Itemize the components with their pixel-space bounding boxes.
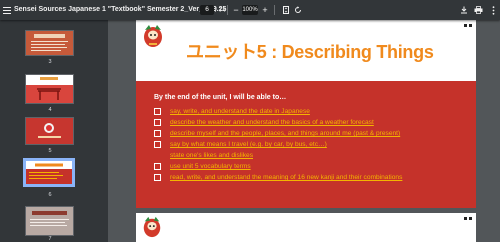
corner-marker — [469, 24, 472, 27]
zoom-input[interactable]: 100% — [242, 5, 258, 15]
more-vert-icon — [492, 5, 494, 15]
goal-text[interactable]: state one's likes and dislikes — [170, 152, 253, 159]
goal-item: use unit 5 vocabulary terms — [154, 161, 474, 172]
page-total: / 74 — [215, 6, 226, 14]
checkbox-icon — [154, 174, 161, 181]
thumbnail-page-7[interactable] — [25, 206, 74, 236]
download-button[interactable] — [459, 0, 469, 20]
checkbox-icon — [154, 141, 161, 148]
corner-marker — [464, 217, 467, 220]
rotate-icon — [295, 6, 301, 13]
fit-page-icon — [283, 6, 289, 14]
slide-intro: By the end of the unit, I will be able t… — [154, 94, 287, 101]
thumbnail-preview — [26, 118, 73, 144]
goal-item: state one's likes and dislikes — [154, 150, 474, 161]
pdf-viewer: Sensei Sources Japanese 1 "Textbook" Sem… — [0, 0, 500, 242]
print-button[interactable] — [473, 0, 483, 20]
slide-page-7-partial — [136, 213, 476, 242]
print-icon — [474, 6, 482, 14]
thumbnail-label: 7 — [48, 236, 52, 242]
goal-text[interactable]: say by what means I travel (e.g. by car,… — [170, 141, 327, 148]
thumbnail-preview — [26, 75, 73, 103]
checkbox-spacer — [154, 152, 161, 159]
rotate-button[interactable] — [293, 0, 303, 20]
thumbnail-preview — [26, 207, 73, 235]
goal-text[interactable]: describe myself and the people, places, … — [170, 130, 400, 137]
fit-page-button[interactable] — [281, 0, 291, 20]
toolbar: Sensei Sources Japanese 1 "Textbook" Sem… — [0, 0, 500, 20]
thumbnail-sidebar[interactable]: 3 4 5 6 7 — [0, 20, 108, 242]
slide-title: ユニット5 : Describing Things — [186, 42, 434, 62]
hamburger-icon — [3, 6, 11, 14]
more-actions-button[interactable] — [488, 0, 498, 20]
thumbnail-label: 4 — [48, 107, 52, 113]
document-title: Sensei Sources Japanese 1 "Textbook" Sem… — [14, 6, 227, 13]
zoom-in-button[interactable]: + — [261, 0, 269, 20]
toolbar-divider — [227, 5, 228, 15]
page-number-input[interactable]: 6 — [200, 5, 214, 15]
thumbnail-page-6-selected[interactable] — [23, 158, 75, 187]
download-icon — [461, 6, 467, 14]
goal-text[interactable]: use unit 5 vocabulary terms — [170, 163, 251, 170]
thumbnail-preview — [26, 161, 72, 184]
thumbnail-page-5[interactable] — [25, 117, 74, 145]
slide-page-6: ユニット5 : Describing Things By the end of … — [136, 20, 476, 208]
document-viewport[interactable]: ユニット5 : Describing Things By the end of … — [108, 20, 500, 242]
thumbnail-label: 3 — [48, 59, 52, 65]
thumbnail-label: 6 — [48, 192, 52, 198]
checkbox-icon — [154, 130, 161, 137]
checkbox-icon — [154, 163, 161, 170]
goal-text[interactable]: describe the weather and understand the … — [170, 119, 374, 126]
corner-marker — [469, 217, 472, 220]
thumbnail-label: 5 — [48, 148, 52, 154]
goal-item: describe the weather and understand the … — [154, 117, 474, 128]
goal-text[interactable]: read, write, and understand the meaning … — [170, 174, 402, 181]
daruma-logo-icon — [143, 216, 161, 238]
thumbnail-page-3[interactable] — [25, 30, 74, 56]
goal-item: say by what means I travel (e.g. by car,… — [154, 139, 474, 150]
menu-button[interactable] — [0, 0, 14, 20]
daruma-logo-icon — [144, 25, 162, 47]
thumbnail-page-4[interactable] — [25, 74, 74, 104]
thumbnail-preview — [26, 31, 73, 55]
goals-list: say, write, and understand the date in J… — [154, 106, 474, 183]
goal-text[interactable]: say, write, and understand the date in J… — [170, 108, 310, 115]
goal-item: read, write, and understand the meaning … — [154, 172, 474, 183]
toolbar-divider — [274, 5, 275, 15]
zoom-out-button[interactable]: − — [232, 0, 240, 20]
checkbox-icon — [154, 119, 161, 126]
goal-item: describe myself and the people, places, … — [154, 128, 474, 139]
goal-item: say, write, and understand the date in J… — [154, 106, 474, 117]
corner-marker — [464, 24, 467, 27]
checkbox-icon — [154, 108, 161, 115]
